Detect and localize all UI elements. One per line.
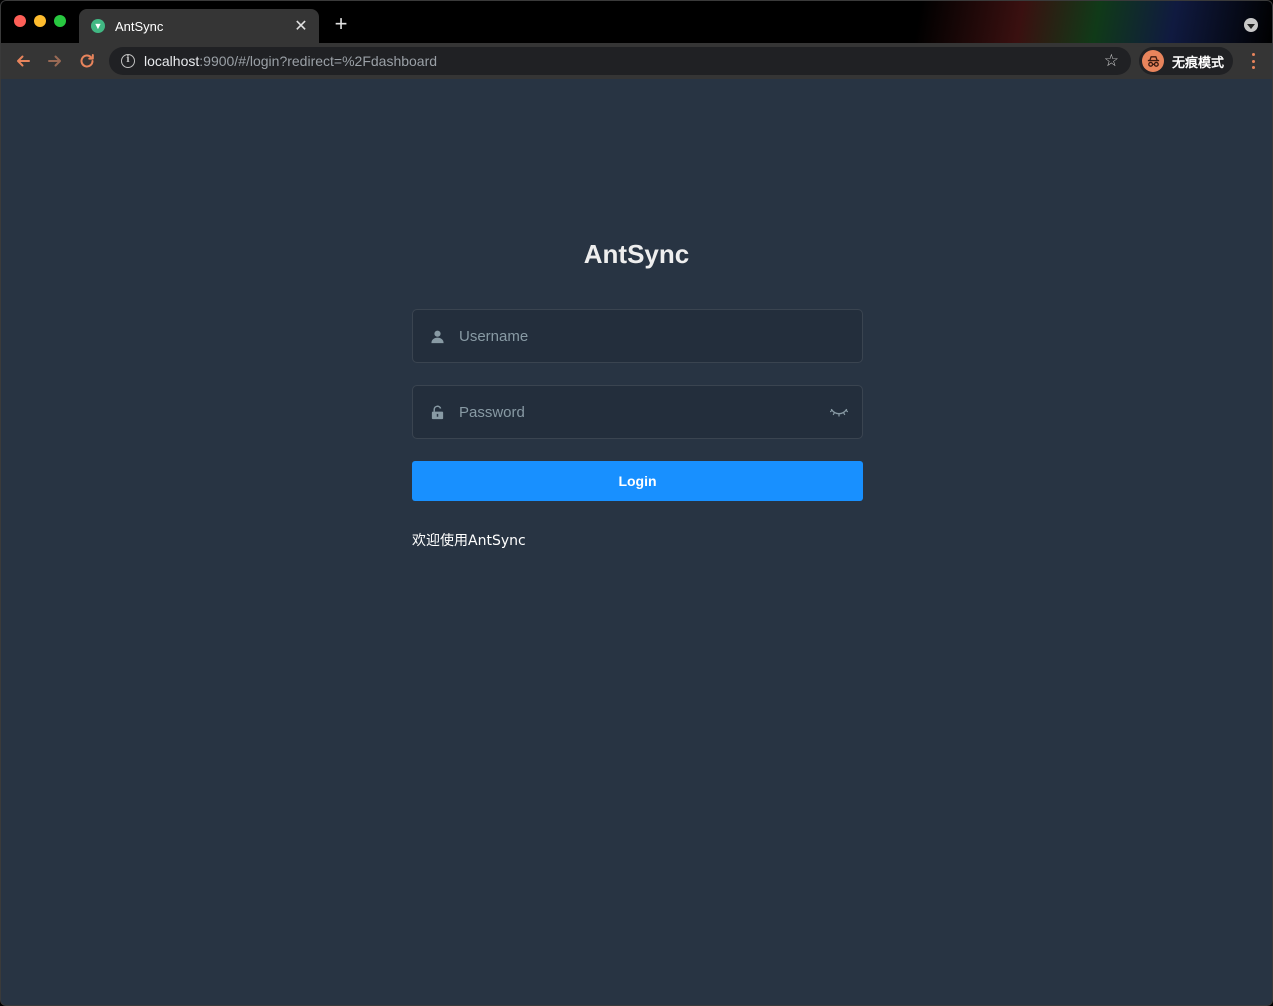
new-tab-button[interactable]: +	[330, 13, 352, 35]
arrow-left-icon	[17, 55, 30, 67]
incognito-profile-button[interactable]: 无痕模式	[1139, 47, 1233, 75]
maximize-window-button[interactable]	[54, 15, 66, 27]
reload-icon	[80, 54, 94, 68]
login-button[interactable]: Login	[412, 461, 863, 501]
browser-menu-icon[interactable]	[1248, 53, 1258, 69]
tab-search-icon[interactable]	[1244, 18, 1258, 32]
incognito-icon	[1142, 50, 1164, 72]
user-icon	[429, 328, 445, 344]
username-field[interactable]	[412, 309, 863, 363]
welcome-text: 欢迎使用AntSync	[412, 533, 526, 549]
incognito-label: 无痕模式	[1172, 55, 1225, 71]
eye-closed-icon[interactable]	[830, 406, 848, 418]
lock-icon	[429, 404, 445, 420]
minimize-window-button[interactable]	[34, 15, 46, 27]
tab-title: AntSync	[115, 18, 164, 34]
address-bar[interactable]: i localhost:9900/#/login?redirect=%2Fdas…	[109, 47, 1131, 75]
close-window-button[interactable]	[14, 15, 26, 27]
browser-toolbar: i localhost:9900/#/login?redirect=%2Fdas…	[1, 43, 1272, 79]
bookmark-star-icon[interactable]: ☆	[1104, 51, 1119, 71]
login-page: AntSync Username Login 欢迎使用AntSync	[1, 79, 1272, 1005]
tab-antsync[interactable]: ▼ AntSync ✕	[79, 9, 319, 43]
browser-window: ▼ AntSync ✕ + i localhost:9900/#/login?r…	[0, 0, 1273, 1006]
password-input[interactable]	[459, 403, 830, 421]
username-input[interactable]	[459, 327, 848, 345]
back-button[interactable]	[11, 49, 35, 73]
info-icon[interactable]: i	[121, 54, 135, 68]
url-host: localhost	[144, 53, 200, 69]
vue-favicon-icon: ▼	[91, 19, 105, 33]
url-path: :9900/#/login?redirect=%2Fdashboard	[199, 53, 438, 69]
forward-button[interactable]	[43, 49, 67, 73]
url-text[interactable]: localhost:9900/#/login?redirect=%2Fdashb…	[144, 53, 1104, 69]
tab-strip: ▼ AntSync ✕ +	[1, 1, 1272, 43]
password-field[interactable]	[412, 385, 863, 439]
arrow-right-icon	[48, 55, 61, 67]
page-title: AntSync	[583, 239, 690, 269]
reload-button[interactable]	[75, 49, 99, 73]
tab-close-icon[interactable]: ✕	[293, 16, 309, 36]
